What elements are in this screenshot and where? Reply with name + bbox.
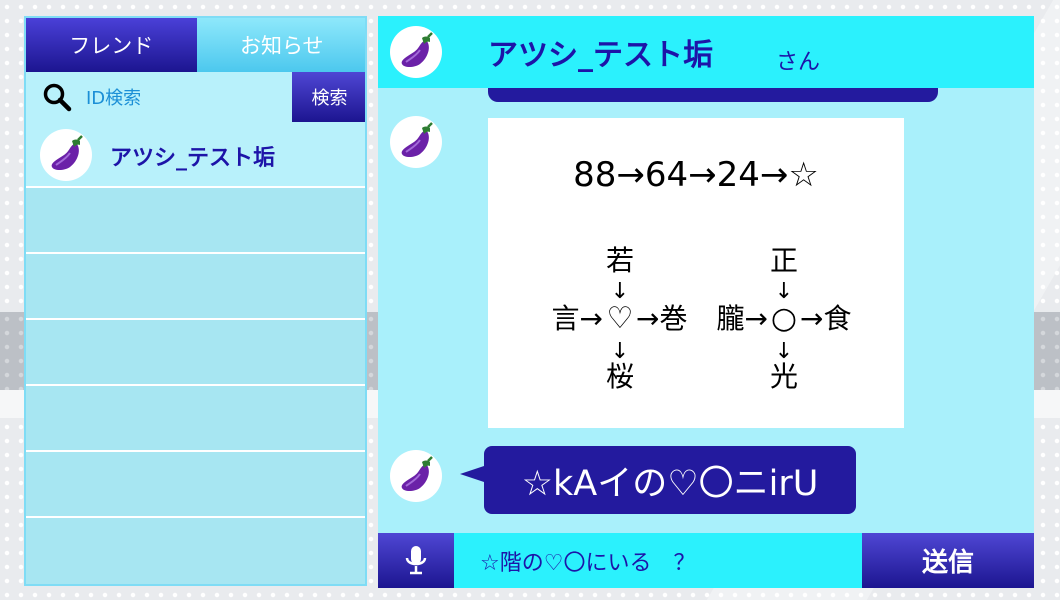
avatar	[390, 116, 442, 168]
search-input[interactable]	[84, 82, 288, 114]
puzzle-center: ○	[771, 301, 797, 336]
puzzle-char: 言→	[552, 302, 603, 335]
previous-message-bubble	[488, 88, 938, 102]
puzzle-char: →巻	[636, 302, 687, 335]
tab-news[interactable]: お知らせ	[196, 18, 365, 72]
eggplant-icon	[401, 32, 433, 67]
friend-item[interactable]: アツシ_テスト垢	[26, 122, 365, 188]
bubble-tail	[460, 466, 484, 482]
friend-list: アツシ_テスト垢	[26, 122, 365, 584]
tab-bar: フレンド お知らせ	[26, 18, 365, 72]
puzzle-char: 正	[770, 244, 798, 277]
friend-slot-empty	[26, 518, 365, 584]
puzzle-char: →食	[800, 302, 851, 335]
avatar	[390, 26, 442, 78]
puzzle-char: 桜	[606, 360, 634, 393]
message-input[interactable]	[478, 543, 842, 579]
eggplant-icon	[401, 456, 433, 491]
send-button[interactable]: 送信	[862, 533, 1034, 588]
image-message[interactable]: 88→64→24→☆ 若 ↓ 言→ ♡ →巻 ↓ 桜 正 ↓ 朧→ ○ →食 ↓…	[488, 118, 904, 428]
friend-slot-empty	[26, 254, 365, 320]
friend-slot-empty	[26, 320, 365, 386]
friend-slot-empty	[26, 452, 365, 518]
chat-panel: アツシ_テスト垢 さん 88→64→24→☆ 若 ↓ 言→ ♡ →巻 ↓ 桜 正…	[378, 16, 1034, 588]
microphone-icon	[405, 545, 427, 574]
friend-slot-empty	[26, 188, 365, 254]
chat-title-suffix: さん	[776, 50, 821, 75]
puzzle-center: ♡	[607, 301, 634, 336]
text-message-bubble[interactable]: ☆kAイの♡〇ニirU	[484, 446, 856, 514]
puzzle-char: 若	[606, 244, 634, 277]
puzzle-line: 88→64→24→☆	[573, 155, 819, 195]
search-button[interactable]: 検索	[292, 72, 365, 122]
message-composer: 送信	[378, 533, 1034, 588]
eggplant-icon	[51, 135, 83, 170]
chat-header: アツシ_テスト垢 さん	[378, 16, 1034, 88]
puzzle-char: 朧→	[717, 302, 768, 335]
avatar	[40, 129, 92, 181]
chat-title: アツシ_テスト垢	[488, 38, 713, 73]
friend-slot-empty	[26, 386, 365, 452]
friend-name: アツシ_テスト垢	[110, 146, 276, 171]
mic-button[interactable]	[378, 533, 454, 588]
eggplant-icon	[401, 122, 433, 157]
search-bar: 検索	[26, 72, 365, 122]
tab-friends[interactable]: フレンド	[26, 18, 197, 72]
search-icon	[43, 83, 72, 112]
avatar	[390, 450, 442, 502]
friend-panel: フレンド お知らせ 検索 アツシ_テスト垢	[24, 16, 367, 586]
puzzle-char: 光	[770, 360, 798, 393]
